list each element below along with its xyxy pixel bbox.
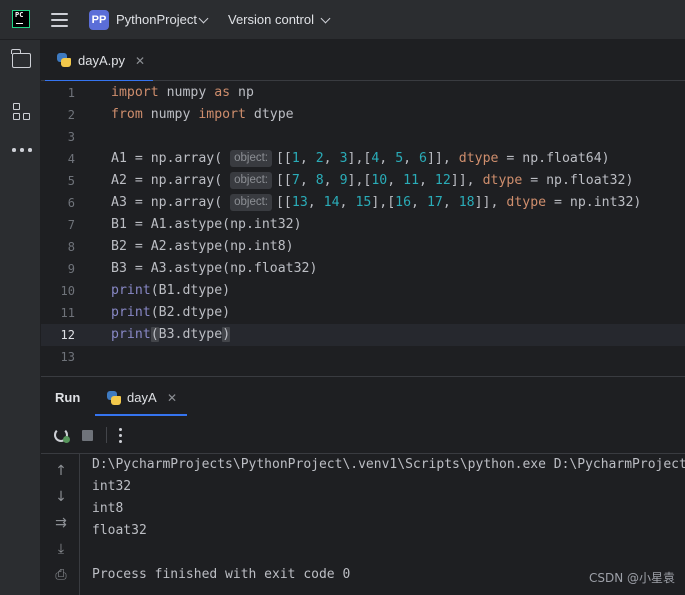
code-line[interactable]: A3 = np.array( object: [[13, 14, 15],[16,…: [111, 192, 641, 214]
parameter-hint: object:: [230, 172, 272, 189]
code-editor[interactable]: 1 2 3 4 5 6 7 8 9 10 11 12 13 import num…: [41, 81, 685, 376]
editor-tab-bar: dayA.py ✕: [41, 40, 685, 82]
line-number: 1: [67, 86, 75, 100]
close-icon[interactable]: ✕: [135, 55, 145, 67]
console-line: float32: [92, 523, 147, 538]
watermark: CSDN @小星袁: [588, 571, 675, 585]
line-number: 3: [67, 130, 75, 144]
parameter-hint: object:: [230, 150, 272, 167]
tab-label: dayA.py: [78, 53, 125, 68]
parameter-hint: object:: [230, 194, 272, 211]
console-line: D:\PycharmProjects\PythonProject\.venv1\…: [92, 457, 685, 472]
run-console[interactable]: D:\PycharmProjects\PythonProject\.venv1\…: [80, 454, 685, 595]
python-file-icon: [57, 53, 71, 67]
main-menu-icon[interactable]: [51, 12, 69, 28]
code-line[interactable]: from numpy import dtype: [111, 104, 294, 126]
print-icon[interactable]: ⎙: [53, 568, 69, 582]
console-actions: ↑ ↓ ⇉ ⤓ ⎙: [41, 454, 80, 595]
run-toolbar: [41, 416, 685, 454]
pycharm-logo-icon[interactable]: PC: [12, 10, 30, 28]
line-number: 5: [67, 174, 75, 188]
arrow-down-icon[interactable]: ↓: [53, 490, 69, 504]
more-tools-icon[interactable]: [12, 147, 32, 153]
project-badge[interactable]: PP: [89, 10, 109, 30]
arrow-up-icon[interactable]: ↑: [53, 464, 69, 478]
run-panel-title: Run: [55, 390, 81, 405]
console-line: int8: [92, 501, 124, 516]
line-number: 6: [67, 196, 75, 210]
chevron-down-icon[interactable]: [320, 13, 331, 24]
console-line: Process finished with exit code 0: [92, 567, 351, 582]
project-folder-icon[interactable]: [11, 49, 31, 68]
run-tab-daya[interactable]: dayA: [127, 390, 157, 405]
code-line[interactable]: A2 = np.array( object: [[7, 8, 9],[10, 11…: [111, 170, 633, 192]
code-line[interactable]: print(B2.dtype): [111, 302, 230, 324]
structure-icon[interactable]: [13, 103, 31, 121]
scroll-to-end-icon[interactable]: ⤓: [53, 542, 69, 556]
more-options-icon[interactable]: [119, 428, 123, 444]
line-number: 4: [67, 152, 75, 166]
code-line[interactable]: print(B3.dtype): [111, 324, 231, 346]
code-line[interactable]: B3 = A3.astype(np.float32): [111, 258, 317, 280]
title-bar: PC PP PythonProject Version control: [0, 0, 685, 40]
tool-window-strip: [0, 40, 41, 595]
line-number: 12: [60, 328, 75, 342]
project-selector[interactable]: PythonProject: [116, 12, 197, 27]
line-number: 13: [60, 350, 75, 364]
line-number: 2: [67, 108, 75, 122]
python-run-config-icon: [107, 391, 121, 405]
line-number: 9: [67, 262, 75, 276]
line-number: 10: [60, 284, 75, 298]
run-panel-header: Run dayA ✕: [41, 376, 685, 416]
console-line: int32: [92, 479, 132, 494]
close-icon[interactable]: ✕: [167, 392, 177, 404]
tab-daya-py[interactable]: dayA.py ✕: [45, 40, 153, 82]
code-line[interactable]: A1 = np.array( object: [[1, 2, 3],[4, 5, …: [111, 148, 610, 170]
code-line[interactable]: B1 = A1.astype(np.int32): [111, 214, 302, 236]
code-line[interactable]: import numpy as np: [111, 82, 254, 104]
line-number: 8: [67, 240, 75, 254]
stop-icon[interactable]: [82, 430, 93, 441]
code-line[interactable]: B2 = A2.astype(np.int8): [111, 236, 294, 258]
code-line[interactable]: print(B1.dtype): [111, 280, 230, 302]
version-control-menu[interactable]: Version control: [228, 12, 314, 27]
line-number: 7: [67, 218, 75, 232]
chevron-down-icon[interactable]: [198, 13, 209, 24]
line-number: 11: [60, 306, 75, 320]
soft-wrap-icon[interactable]: ⇉: [53, 516, 69, 530]
